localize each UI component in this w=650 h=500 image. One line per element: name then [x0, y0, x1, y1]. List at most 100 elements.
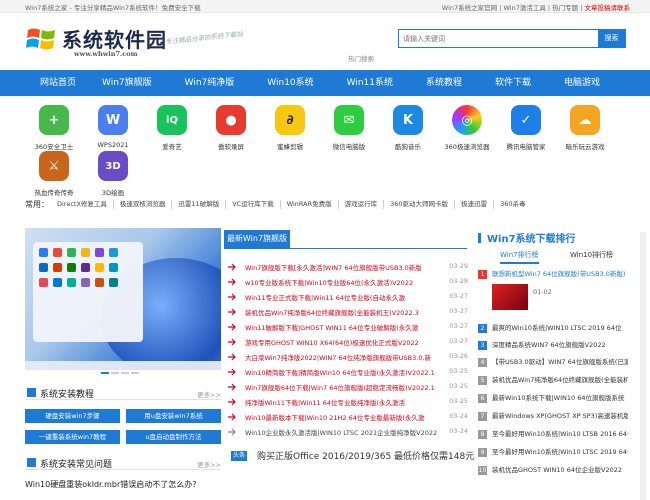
top-link-contribute[interactable]: 文章投稿请联系: [585, 4, 631, 12]
rank-header: Win7系统下载排行: [478, 230, 576, 245]
news-title: 纯净版Win11下载|Win11 64位专业版纯净版(永久激活: [245, 399, 406, 407]
headline-link[interactable]: 购买正版Office 2016/2019/365 最低价格仅需148元: [257, 449, 474, 462]
rank-number: 4: [478, 358, 487, 367]
app-bee-cut[interactable]: ∂ 蜜蜂剪辑: [261, 105, 319, 151]
nav-win10[interactable]: Win10系统: [256, 70, 324, 96]
faq-item[interactable]: Win10硬盘重装okldr.mbr错误启动不了怎么办?: [25, 479, 197, 490]
app-iqiyi[interactable]: iQ 爱奇艺: [143, 105, 201, 151]
app-360-safe[interactable]: +360安全卫士: [25, 105, 83, 151]
top-link-topics[interactable]: 热门专题: [552, 4, 578, 12]
slide-dot[interactable]: [111, 372, 119, 374]
search-input[interactable]: [399, 30, 598, 47]
logo-slogan: 专注精品分享的系统下载站: [164, 29, 244, 47]
arrow-icon: [228, 308, 236, 316]
app-360-browser[interactable]: ◎ 360极速浏览器: [438, 105, 496, 151]
tag-item[interactable]: VC运行库下载: [226, 199, 281, 209]
rank-text: 联想新机型Win7 64位旗舰版(带USB3.0新版): [492, 270, 626, 278]
install-btn-hdd[interactable]: 硬盘安装win7步骤: [25, 409, 120, 423]
tag-item[interactable]: 迅雷11破解版: [172, 199, 227, 209]
app-cloud-game[interactable]: ☁ 暗乐玩云游戏: [556, 105, 614, 151]
slide-dot[interactable]: [131, 372, 139, 374]
rank-text: 装机优品Win7纯净版64位终藏旗舰版(全能装机王): [492, 376, 628, 384]
rank-item[interactable]: 3 深度精品系统WIN7 64位旗舰版V2022: [478, 339, 628, 351]
page-scrollbar[interactable]: [640, 232, 646, 500]
windows-logo-icon[interactable]: [25, 24, 59, 54]
tag-item[interactable]: DirectX修复工具: [51, 199, 114, 209]
install-btn-bootdisk[interactable]: u盘启动盘制作方法: [126, 430, 221, 444]
news-title: 游戏专用GHOST WIN10 X64(64位)极速优化正式版V2022: [245, 339, 419, 347]
rank-item[interactable]: 7 最新Windows XP(GHOST XP SP3)高速装机版: [478, 410, 628, 422]
title-bar-icon: [478, 233, 481, 243]
top-link-official[interactable]: Win7系统之家官网: [442, 4, 497, 12]
rank-thumbnail[interactable]: [492, 284, 528, 310]
news-row[interactable]: Win7旗舰版下载[永久激活]WIN7 64位旗舰版带USB3.0新版 03-29: [227, 262, 470, 275]
tab-win10-rank[interactable]: Win10排行榜: [570, 250, 613, 260]
nav-win11[interactable]: Win11系统: [336, 70, 404, 96]
nav-home[interactable]: 网站首页: [36, 70, 80, 96]
faq-section-title: 系统安装常见问题: [40, 460, 113, 470]
slide-dot[interactable]: [101, 372, 109, 374]
rank-item[interactable]: 2 最爽的Win10系统|WIN10 LTSC 2019 64位: [478, 322, 628, 334]
section-square-icon: [27, 388, 36, 397]
app-wechat[interactable]: ✉ 微信电脑版: [320, 105, 378, 151]
news-row[interactable]: Win10最新版本下载|Win10 21H2 64位专业版最新版(永久激 03-2…: [227, 412, 470, 425]
app-tencent-manager[interactable]: ✓ 腾讯电脑管家: [497, 105, 555, 151]
hero-slide-image[interactable]: [25, 228, 221, 370]
news-row[interactable]: 游戏专用GHOST WIN10 X64(64位)极速优化正式版V2022 03-2…: [227, 337, 470, 350]
nav-win7-pure[interactable]: Win7纯净版: [174, 70, 246, 96]
news-date: 03-27: [449, 337, 468, 345]
install-btn-usb[interactable]: 用u盘安装win7系统: [126, 409, 221, 423]
arrow-icon: [228, 338, 236, 346]
tag-item[interactable]: WinRAR免费版: [281, 199, 339, 209]
news-row[interactable]: Win7旗舰版64位下载|Win7 64位旗舰版(超稳定流畅版)V2022.1 0…: [227, 382, 470, 395]
tag-item[interactable]: 极速迅雷: [455, 199, 495, 209]
install-btn-one-click[interactable]: 一键重装系统win7教程: [25, 430, 120, 444]
rank-item[interactable]: 8 至今最好用Win10系统|Win10 LTSB 2016 64位: [478, 428, 628, 440]
tag-item[interactable]: 极速双核浏览器: [114, 199, 173, 209]
rank-item[interactable]: 6 最新Win10系统下载|WIN10 64位旗舰版系统: [478, 392, 628, 404]
news-row[interactable]: 纯净版Win11下载|Win11 64位专业版纯净版(永久激活 03-25: [227, 397, 470, 410]
app-3d-paint[interactable]: 3D 3D绘画: [84, 151, 142, 197]
news-row[interactable]: Win10企业版永久激活版|WIN10 LTSC 2021企业版纯净版V2022…: [227, 427, 470, 440]
tag-item[interactable]: 360杀毒: [494, 200, 531, 209]
rank-item[interactable]: 1 联想新机型Win7 64位旗舰版(带USB3.0新版): [478, 268, 628, 280]
news-tab-title[interactable]: 最新Win7旗舰版: [224, 230, 290, 248]
tag-item[interactable]: 游戏运行库: [339, 199, 385, 209]
app-wps[interactable]: W WPS2021: [84, 105, 142, 149]
top-link-activator[interactable]: Win7激活工具: [503, 4, 545, 12]
news-row[interactable]: Win10精简版下载|精简版Win10 64位专业版(永久激活)V2022.1 0…: [227, 367, 470, 380]
install-more-link[interactable]: 更多>>: [197, 389, 221, 399]
slide-dot[interactable]: [121, 372, 129, 374]
app-kugou[interactable]: K 酷狗音乐: [379, 105, 437, 151]
app-legend-game[interactable]: ⚔ 热血传奇传奇: [25, 151, 83, 197]
faq-more-link[interactable]: 更多>>: [197, 459, 221, 469]
news-row[interactable]: Win11专业正式版下载|Win11 64位专业版(自动永久激 03-27: [227, 292, 470, 305]
rank-item[interactable]: 4 【带USB3.0驱动】WIN7 64位旗舰版系统(已激活): [478, 356, 628, 368]
slide-indicators: [25, 372, 221, 378]
nav-tutorials[interactable]: 系统教程: [415, 70, 473, 96]
rank-item[interactable]: 5 装机优品Win7纯净版64位终藏旗舰版(全能装机王): [478, 374, 628, 386]
rank-text: 深度精品系统WIN7 64位旗舰版V2022: [492, 341, 606, 349]
news-date: 03-25: [449, 397, 468, 405]
hot-search-label[interactable]: 热门搜索: [348, 53, 374, 63]
search-button[interactable]: 搜索: [598, 30, 625, 47]
paint-3d-icon: 3D: [98, 151, 128, 181]
rank-number: 8: [478, 430, 487, 439]
rank-item[interactable]: 10 装机优品GHOST WIN10 64位企业版V2022: [478, 464, 628, 476]
news-row[interactable]: 大白菜Win7纯净版2022|WIN7 64位纯净版旗舰版带USB3.0,新 03…: [227, 352, 470, 365]
rank-item[interactable]: 9 至今最好用Win10系统|Win10 LTSC 2019 64位: [478, 446, 628, 458]
main-nav: 网站首页 Win7旗舰版 Win7纯净版 Win10系统 Win11系统 系统教…: [0, 70, 650, 96]
nav-games[interactable]: 电脑游戏: [553, 70, 611, 96]
logo-text[interactable]: 系统软件园: [62, 24, 167, 53]
tab-win7-rank[interactable]: Win7排行榜: [500, 250, 539, 264]
nav-win7-ultimate[interactable]: Win7旗舰版: [91, 70, 163, 96]
wps-icon: W: [98, 105, 128, 135]
app-screen-recorder[interactable]: ● 傲软录屏: [202, 105, 260, 151]
news-row[interactable]: 装机优品Win7纯净版64位终藏旗舰版(全能装机王)V2022.3 03-27: [227, 307, 470, 320]
news-row[interactable]: Win11破解版下载|GHOST WIN11 64位专业破解版(永久激 03-27: [227, 322, 470, 335]
news-date: 03-24: [449, 412, 468, 420]
rank-number: 6: [478, 394, 487, 403]
nav-software[interactable]: 软件下载: [484, 70, 542, 96]
tag-item[interactable]: 360驱动大师网卡版: [384, 199, 456, 209]
news-row[interactable]: w10专业版系统下载|Win10专业版64位(永久激活)V2022 03-28: [227, 277, 470, 290]
